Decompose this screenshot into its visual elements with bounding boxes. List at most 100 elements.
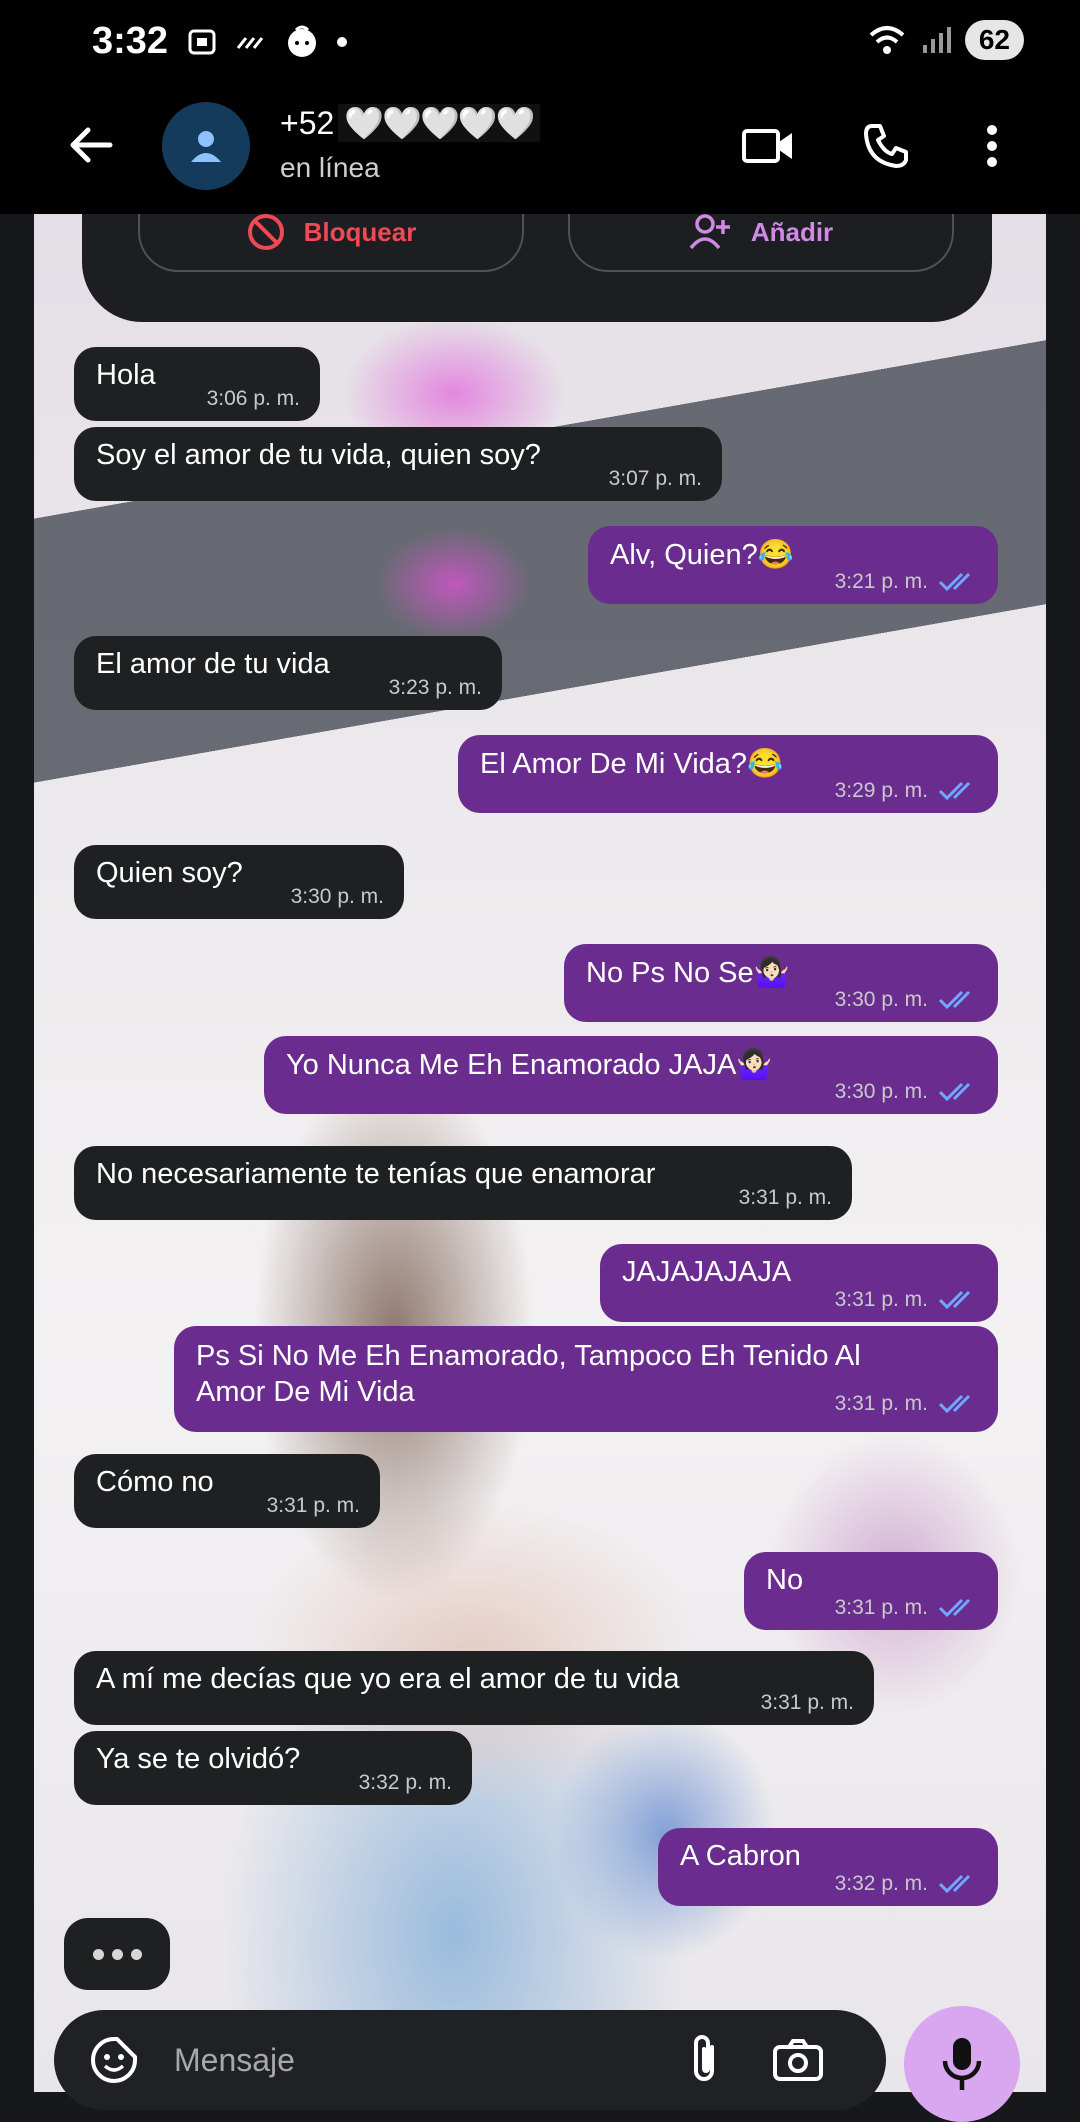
message-time: 3:31 p. m. bbox=[835, 1386, 980, 1422]
message-time: 3:32 p. m. bbox=[358, 1771, 452, 1794]
block-icon bbox=[247, 214, 284, 250]
avatar[interactable] bbox=[162, 102, 250, 190]
message-time: 3:06 p. m. bbox=[206, 387, 300, 410]
message-input[interactable] bbox=[172, 2030, 656, 2090]
message-time: 3:31 p. m. bbox=[738, 1186, 832, 1209]
status-time: 3:32 bbox=[92, 20, 169, 62]
read-ticks-icon bbox=[938, 1599, 971, 1618]
read-ticks-icon bbox=[938, 1875, 971, 1894]
message-outgoing[interactable]: Ps Si No Me Eh Enamorado, Tampoco Eh Ten… bbox=[174, 1326, 998, 1432]
message-incoming[interactable]: A mí me decías que yo era el amor de tu … bbox=[74, 1651, 874, 1725]
message-incoming[interactable]: Cómo no 3:31 p. m. bbox=[74, 1454, 380, 1528]
dot-icon bbox=[337, 37, 347, 47]
add-label: Añadir bbox=[750, 216, 834, 247]
signal-icon bbox=[922, 27, 951, 53]
block-label: Bloquear bbox=[303, 216, 417, 247]
message-outgoing[interactable]: Alv, Quien?😂 3:21 p. m. bbox=[588, 526, 998, 604]
message-outgoing[interactable]: Yo Nunca Me Eh Enamorado JAJA🤷🏻‍♀️ 3:30 … bbox=[264, 1036, 998, 1114]
message-text: El amor de tu vida bbox=[96, 648, 330, 680]
message-time: 3:31 p. m. bbox=[760, 1691, 854, 1714]
contact-status: en línea bbox=[280, 152, 380, 183]
typing-dot bbox=[111, 1948, 123, 1960]
add-person-icon bbox=[689, 214, 730, 250]
sticker-button[interactable] bbox=[86, 2032, 142, 2088]
message-time: 3:29 p. m. bbox=[835, 779, 980, 803]
camera-button[interactable] bbox=[770, 2032, 826, 2088]
add-contact-button[interactable]: Añadir bbox=[568, 214, 954, 272]
typing-dot bbox=[130, 1948, 142, 1960]
message-incoming[interactable]: No necesariamente te tenías que enamorar… bbox=[74, 1146, 852, 1220]
message-time: 3:30 p. m. bbox=[835, 1080, 980, 1104]
message-incoming[interactable]: Ya se te olvidó? 3:32 p. m. bbox=[74, 1731, 472, 1805]
message-text: Cómo no bbox=[96, 1466, 214, 1498]
sticker-icon bbox=[91, 2037, 137, 2083]
message-outgoing[interactable]: JAJAJAJAJA 3:31 p. m. bbox=[600, 1244, 998, 1322]
message-text: El Amor De Mi Vida?😂 bbox=[480, 748, 784, 780]
status-bar: 3:32 62 bbox=[0, 0, 1080, 88]
message-text: No Ps No Se🤷🏻‍♀️ bbox=[586, 957, 790, 989]
video-call-button[interactable] bbox=[738, 116, 798, 176]
contact-card: Bloquear Añadir bbox=[82, 214, 992, 322]
message-time: 3:30 p. m. bbox=[290, 885, 384, 908]
message-outgoing[interactable]: No 3:31 p. m. bbox=[744, 1552, 998, 1630]
message-time: 3:21 p. m. bbox=[835, 570, 980, 594]
more-options-button[interactable] bbox=[962, 116, 1022, 176]
message-text: Yo Nunca Me Eh Enamorado JAJA🤷🏻‍♀️ bbox=[286, 1049, 773, 1081]
voice-message-button[interactable] bbox=[904, 2006, 1020, 2122]
message-text: Quien soy? bbox=[96, 857, 243, 889]
contact-prefix: +52 bbox=[280, 105, 335, 141]
read-ticks-icon bbox=[938, 1291, 971, 1310]
message-text: Ya se te olvidó? bbox=[96, 1743, 301, 1775]
typing-indicator bbox=[64, 1918, 170, 1990]
message-outgoing[interactable]: El Amor De Mi Vida?😂 3:29 p. m. bbox=[458, 735, 998, 813]
contact-name[interactable]: +52 🤍🤍🤍🤍🤍 bbox=[280, 104, 540, 142]
message-text: Alv, Quien?😂 bbox=[610, 539, 794, 571]
back-button[interactable] bbox=[66, 120, 116, 175]
phone-call-button[interactable] bbox=[856, 116, 916, 176]
read-ticks-icon bbox=[938, 1395, 971, 1414]
message-time: 3:31 p. m. bbox=[835, 1596, 980, 1620]
status-notification-icons bbox=[186, 24, 348, 60]
mic-icon bbox=[942, 2038, 982, 2090]
camera-icon bbox=[773, 2039, 823, 2081]
read-ticks-icon bbox=[938, 1083, 971, 1102]
message-text: Ps Si No Me Eh Enamorado, Tampoco Eh Ten… bbox=[196, 1340, 861, 1408]
message-time: 3:32 p. m. bbox=[835, 1872, 980, 1896]
chat-area[interactable]: Bloquear Añadir Hola 3:06 p. m. Soy el a… bbox=[34, 214, 1046, 2092]
read-ticks-icon bbox=[938, 573, 971, 592]
typing-dot bbox=[92, 1948, 104, 1960]
message-time: 3:30 p. m. bbox=[835, 988, 980, 1012]
message-incoming[interactable]: Quien soy? 3:30 p. m. bbox=[74, 845, 404, 919]
more-vert-icon bbox=[987, 125, 997, 167]
message-time: 3:23 p. m. bbox=[388, 676, 482, 699]
message-incoming[interactable]: Soy el amor de tu vida, quien soy? 3:07 … bbox=[74, 427, 722, 501]
back-arrow-icon bbox=[70, 127, 113, 163]
message-time: 3:31 p. m. bbox=[266, 1494, 360, 1517]
attach-icon bbox=[694, 2035, 714, 2081]
message-text: No necesariamente te tenías que enamorar bbox=[96, 1158, 656, 1190]
message-time: 3:07 p. m. bbox=[608, 467, 702, 490]
status-system-icons: 62 bbox=[867, 20, 1024, 60]
battery-indicator: 62 bbox=[964, 20, 1024, 60]
message-outgoing[interactable]: A Cabron 3:32 p. m. bbox=[658, 1828, 998, 1906]
message-time: 3:31 p. m. bbox=[835, 1288, 980, 1312]
attach-button[interactable] bbox=[676, 2032, 732, 2088]
message-text: JAJAJAJAJA bbox=[622, 1256, 792, 1288]
block-button[interactable]: Bloquear bbox=[138, 214, 524, 272]
message-outgoing[interactable]: No Ps No Se🤷🏻‍♀️ 3:30 p. m. bbox=[564, 944, 998, 1022]
message-composer bbox=[54, 2010, 886, 2110]
chat-header: +52 🤍🤍🤍🤍🤍 en línea bbox=[0, 88, 1080, 214]
phone-icon bbox=[864, 124, 908, 168]
video-call-icon bbox=[742, 129, 792, 163]
missed-call-icon bbox=[236, 37, 264, 49]
message-incoming[interactable]: Hola 3:06 p. m. bbox=[74, 347, 320, 421]
message-text: Hola bbox=[96, 359, 156, 391]
message-text: Soy el amor de tu vida, quien soy? bbox=[96, 439, 541, 471]
read-ticks-icon bbox=[938, 991, 971, 1010]
message-text: No bbox=[766, 1564, 804, 1596]
message-incoming[interactable]: El amor de tu vida 3:23 p. m. bbox=[74, 636, 502, 710]
contact-masked-digits: 🤍🤍🤍🤍🤍 bbox=[338, 104, 540, 142]
read-ticks-icon bbox=[938, 782, 971, 801]
avatar-person-icon bbox=[191, 131, 221, 162]
wifi-icon bbox=[869, 26, 905, 54]
